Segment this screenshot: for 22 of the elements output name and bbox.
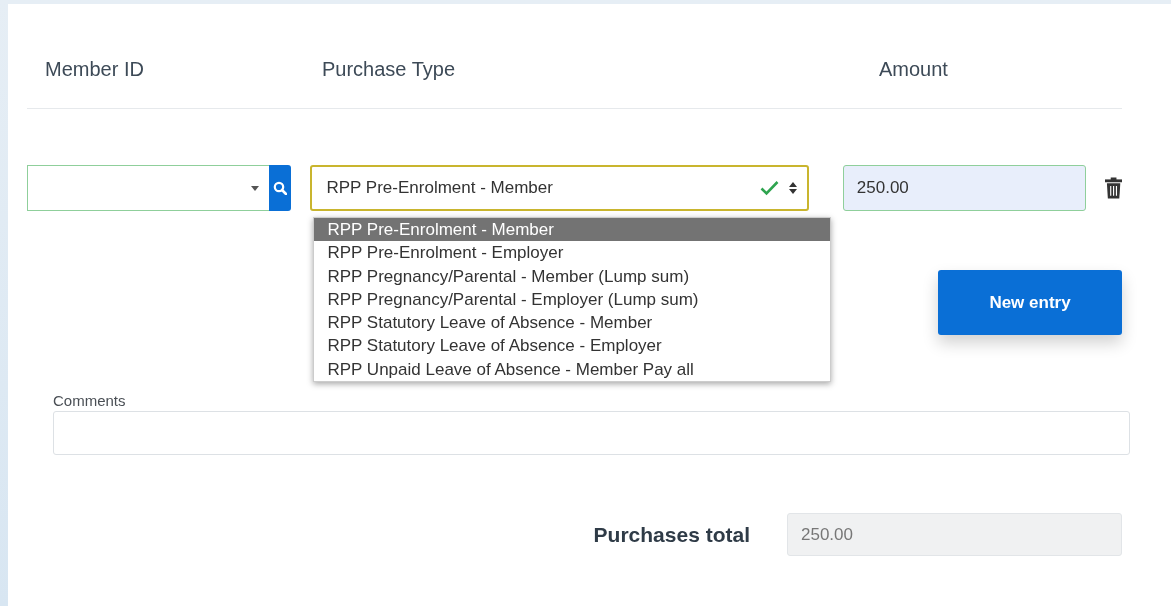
sort-icon: [788, 182, 797, 194]
purchase-type-select[interactable]: RPP Pre-Enrolment - Member: [309, 165, 809, 211]
purchases-total-label: Purchases total: [593, 522, 750, 547]
dropdown-option[interactable]: RPP Pregnancy/Parental - Employer (Lump sum): [313, 287, 830, 312]
column-header: Member ID: [45, 57, 145, 82]
dropdown-option[interactable]: RPP Pre-Enrolment - Member: [313, 218, 830, 242]
dropdown-option[interactable]: RPP Statutory Leave of Absence - Member: [313, 311, 830, 335]
column-header: Purchase Type: [322, 57, 457, 82]
search-button[interactable]: [268, 165, 291, 211]
member-id-field[interactable]: [27, 165, 291, 211]
search-icon: [272, 181, 287, 195]
column-header: Amount: [879, 57, 949, 82]
caret-icon: [250, 185, 259, 191]
dropdown-option[interactable]: RPP Pre-Enrolment - Employer: [313, 241, 830, 265]
amount-field[interactable]: 250.00: [842, 165, 1086, 211]
dropdown-option[interactable]: RPP Unpaid Leave of Absence - Member Pay all: [313, 357, 830, 382]
comments-field[interactable]: [53, 411, 1130, 455]
new-entry-button[interactable]: New entry: [938, 270, 1122, 335]
comments-label: Comments: [53, 393, 127, 409]
dropdown-option[interactable]: RPP Statutory Leave of Absence - Employer: [313, 334, 830, 358]
trash-icon[interactable]: [1104, 177, 1122, 199]
dropdown-option[interactable]: RPP Pregnancy/Parental - Member (Lump sum): [313, 264, 830, 288]
